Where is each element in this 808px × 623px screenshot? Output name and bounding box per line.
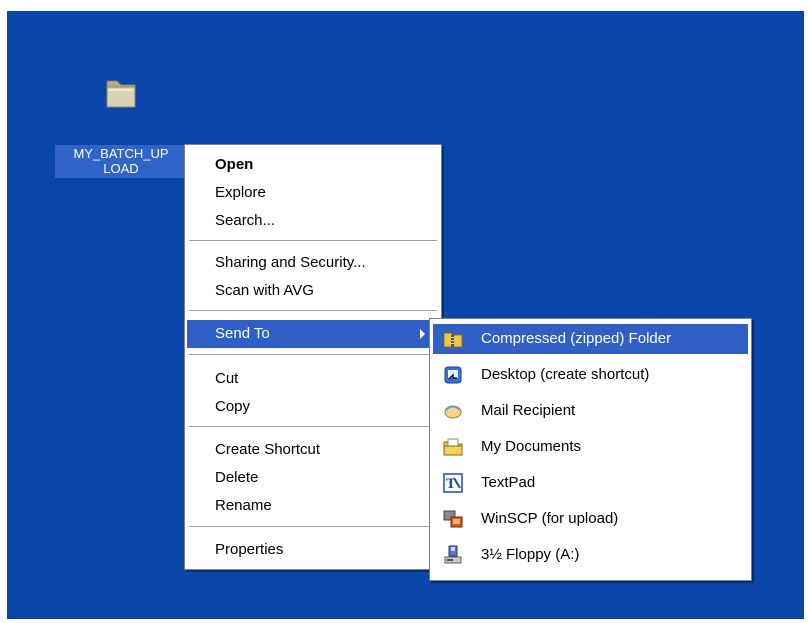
folder-label-line2: LOAD (103, 161, 139, 176)
send-to-mail-recipient-label: Mail Recipient (481, 402, 576, 419)
menu-item-create-shortcut[interactable]: Create Shortcut (187, 436, 439, 464)
menu-separator (189, 354, 437, 355)
send-to-compressed-folder[interactable]: Compressed (zipped) Folder (433, 324, 748, 354)
menu-item-copy[interactable]: Copy (187, 393, 439, 421)
send-to-winscp[interactable]: WinSCP (for upload) (433, 504, 748, 534)
menu-separator (189, 426, 437, 427)
menu-item-send-to-label: Send To (215, 325, 270, 342)
submenu-arrow-icon (420, 329, 425, 339)
menu-separator (189, 526, 437, 527)
send-to-floppy-label: 3½ Floppy (A:) (481, 546, 580, 563)
send-to-textpad[interactable]: T TextPad (433, 468, 748, 498)
menu-item-cut[interactable]: Cut (187, 365, 439, 393)
menu-separator (189, 310, 437, 311)
menu-item-rename[interactable]: Rename (187, 492, 439, 520)
menu-item-send-to[interactable]: Send To (187, 320, 439, 348)
menu-item-sharing-security[interactable]: Sharing and Security... (187, 249, 439, 277)
menu-item-open[interactable]: Open (187, 151, 439, 179)
winscp-icon (443, 510, 463, 528)
folder-icon (106, 80, 136, 108)
send-to-submenu: Compressed (zipped) Folder Desktop (crea… (429, 318, 752, 581)
folder-label: MY_BATCH_UP LOAD (55, 145, 187, 178)
folder-label-line1: MY_BATCH_UP (73, 146, 169, 161)
menu-item-search[interactable]: Search... (187, 207, 439, 235)
context-menu: Open Explore Search... Sharing and Secur… (184, 144, 442, 570)
send-to-my-documents-label: My Documents (481, 438, 582, 455)
send-to-desktop-label: Desktop (create shortcut) (481, 366, 650, 383)
mail-icon (444, 405, 462, 419)
send-to-floppy[interactable]: 3½ Floppy (A:) (433, 540, 748, 570)
menu-item-delete[interactable]: Delete (187, 464, 439, 492)
send-to-compressed-folder-label: Compressed (zipped) Folder (481, 330, 672, 347)
desktop-shortcut-icon (444, 366, 462, 384)
textpad-icon: T (443, 473, 463, 493)
send-to-desktop[interactable]: Desktop (create shortcut) (433, 360, 748, 390)
menu-item-scan-avg[interactable]: Scan with AVG (187, 277, 439, 305)
zip-folder-icon (443, 332, 463, 348)
floppy-icon (444, 545, 462, 564)
send-to-my-documents[interactable]: My Documents (433, 432, 748, 462)
send-to-mail-recipient[interactable]: Mail Recipient (433, 396, 748, 426)
menu-separator (189, 240, 437, 241)
send-to-winscp-label: WinSCP (for upload) (481, 510, 619, 527)
send-to-textpad-label: TextPad (481, 474, 536, 491)
my-documents-icon (443, 438, 463, 456)
menu-item-properties[interactable]: Properties (187, 536, 439, 564)
menu-item-explore[interactable]: Explore (187, 179, 439, 207)
